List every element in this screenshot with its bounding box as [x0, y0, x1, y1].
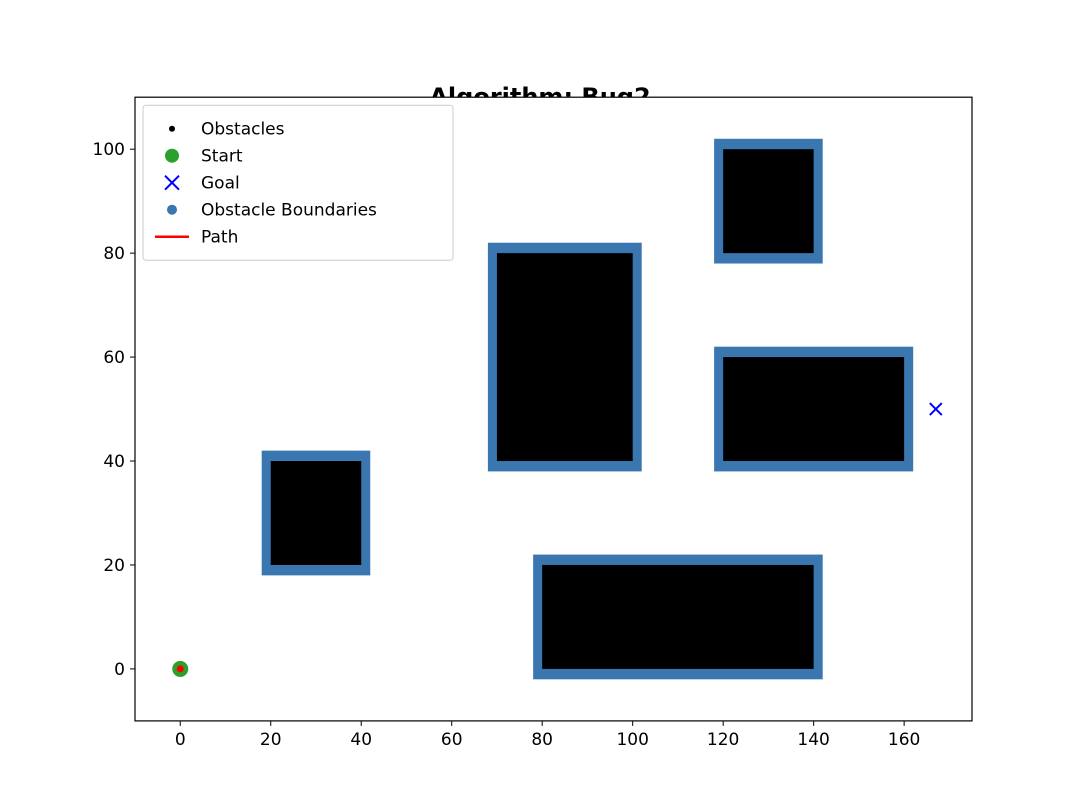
y-tick-label: 80 — [103, 244, 125, 264]
legend-marker-dot — [167, 205, 177, 215]
y-tick-label: 0 — [114, 660, 125, 680]
legend-marker-dot — [169, 126, 175, 132]
y-tick-label: 40 — [103, 452, 125, 472]
legend-label: Start — [201, 147, 243, 167]
x-tick-label: 0 — [175, 730, 186, 750]
obstacle — [497, 253, 633, 461]
path-start-dot — [177, 665, 184, 672]
obstacle — [723, 149, 813, 253]
x-tick-label: 160 — [888, 730, 920, 750]
x-tick-label: 80 — [531, 730, 553, 750]
chart-container: Algorithm: Bug2 020406080100120140160020… — [0, 0, 1080, 810]
obstacle — [723, 357, 904, 461]
legend-frame — [143, 105, 453, 260]
legend-label: Goal — [201, 174, 240, 194]
legend-marker-dot — [165, 149, 179, 163]
legend: Obstacles Start Goal Obstacle Boundaries Pat… — [143, 105, 453, 260]
x-tick-label: 40 — [350, 730, 372, 750]
x-tick-label: 20 — [260, 730, 282, 750]
legend-label: Obstacles — [201, 120, 285, 140]
x-tick-label: 140 — [797, 730, 829, 750]
y-tick-label: 20 — [103, 556, 125, 576]
x-tick-label: 120 — [707, 730, 739, 750]
y-tick-label: 60 — [103, 348, 125, 368]
x-tick-label: 100 — [616, 730, 648, 750]
y-tick-label: 100 — [93, 140, 125, 160]
obstacle — [271, 461, 361, 565]
legend-label: Path — [201, 228, 238, 248]
chart-svg: Algorithm: Bug2 020406080100120140160020… — [0, 0, 1080, 810]
legend-label: Obstacle Boundaries — [201, 201, 377, 221]
x-tick-label: 60 — [441, 730, 463, 750]
obstacle — [542, 565, 813, 669]
